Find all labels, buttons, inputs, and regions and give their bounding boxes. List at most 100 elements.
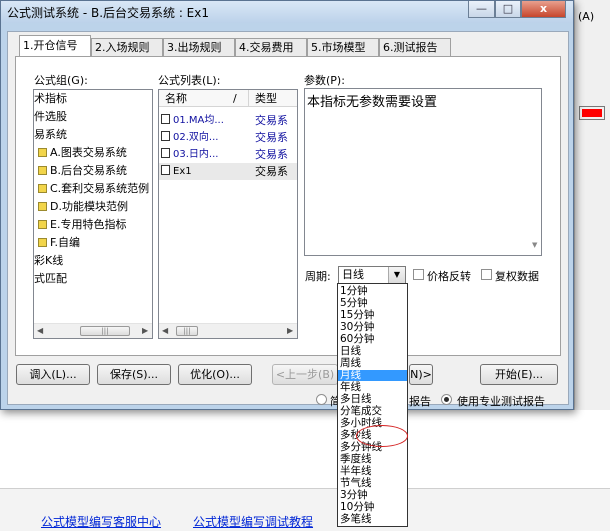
tree-item-label: 易系统 [34,128,67,141]
simple-report-radio[interactable] [316,394,327,405]
tree-item[interactable]: 件选股 [34,110,67,124]
scroll-thumb[interactable]: ||| [80,326,130,336]
scroll-right-icon[interactable]: ▶ [142,326,148,335]
formula-icon [161,165,170,175]
tree-item-label: B.后台交易系统 [50,164,128,177]
params-label: 参数(P): [304,74,345,87]
formula-list[interactable]: 名称 / 类型 01.MA均... 交易系 02.双向... 交易系 03.日内... 交… [158,89,298,339]
minimize-button[interactable]: — [468,1,495,18]
list-item[interactable]: 02.双向... 交易系 [159,129,297,146]
tab-test-report[interactable]: 6.测试报告 [379,38,451,56]
tab-open-signal[interactable]: 1.开仓信号 [19,35,91,57]
column-header-name[interactable]: 名称 / [159,90,249,107]
formula-icon [161,114,170,124]
list-item-name-text: Ex1 [173,166,192,177]
period-option[interactable]: 60分钟 [338,334,407,345]
list-item[interactable]: Ex1 交易系 [159,163,297,180]
list-item-type: 交易系 [255,148,288,161]
period-option[interactable]: 10分钟 [338,502,407,513]
period-label: 周期: [305,270,331,283]
save-button[interactable]: 保存(S)... [97,364,171,385]
tree-item[interactable]: 术指标 [34,92,67,106]
column-separator: / [233,92,237,105]
period-option[interactable]: 日线 [338,346,407,357]
scroll-down-icon[interactable]: ▼ [532,241,537,249]
period-option[interactable]: 节气线 [338,478,407,489]
tab-exit-rules[interactable]: 3.出场规则 [163,38,235,56]
tree-item[interactable]: A.图表交易系统 [38,146,127,160]
formula-group-hscrollbar[interactable]: ◀ ||| ▶ [34,323,152,338]
tab-market-model[interactable]: 5.市场模型 [307,38,379,56]
tree-item-label: A.图表交易系统 [50,146,127,159]
tab-entry-rules[interactable]: 2.入场规则 [91,38,163,56]
window-title: 公式测试系统 - B.后台交易系统 : Ex1 [7,6,209,20]
tree-item[interactable]: 式匹配 [34,272,67,286]
background-app-footer: 公式模型编写客服中心 公式模型编写调试教程 [0,488,610,531]
background-color-swatch[interactable] [579,106,605,120]
period-option[interactable]: 1分钟 [338,286,407,297]
formula-group-tree[interactable]: 术指标件选股易系统 A.图表交易系统 B.后台交易系统 C.套利交易系统范例 D.功能模… [33,89,153,339]
adjust-data-label: 复权数据 [495,270,539,283]
tree-item[interactable]: 彩K线 [34,254,63,268]
adjust-data-checkbox[interactable] [481,269,492,280]
title-bar[interactable]: 公式测试系统 - B.后台交易系统 : Ex1 — □ x [1,1,573,23]
period-option[interactable]: 5分钟 [338,298,407,309]
period-option[interactable]: 半年线 [338,466,407,477]
tree-item[interactable]: F.自编 [38,236,80,250]
scroll-thumb[interactable]: ||| [176,326,198,336]
close-icon: x [539,2,548,15]
period-option[interactable]: 周线 [338,358,407,369]
scroll-left-icon[interactable]: ◀ [37,326,43,335]
optimize-button[interactable]: 优化(O)... [178,364,252,385]
list-item-name: 03.日内... [161,146,218,163]
prev-step-button[interactable]: <上一步(B) [272,364,338,385]
next-step-button[interactable]: N)> [409,364,433,385]
annotation-ellipse [356,425,408,447]
price-reverse-checkbox[interactable] [413,269,424,280]
tree-item[interactable]: 易系统 [34,128,67,142]
scroll-right-icon[interactable]: ▶ [287,326,293,335]
link-tutorial[interactable]: 公式模型编写调试教程 [193,513,313,530]
list-item-name-text: 03.日内... [173,149,219,160]
chevron-down-icon[interactable]: ▼ [388,267,405,283]
folder-icon [38,184,47,193]
tree-item[interactable]: B.后台交易系统 [38,164,127,178]
tab-trade-fees[interactable]: 4.交易费用 [235,38,307,56]
pro-report-label: 使用专业测试报告 [457,395,545,408]
background-label: (A) [578,10,595,23]
import-button[interactable]: 调入(L)... [16,364,90,385]
column-header-type[interactable]: 类型 [249,90,297,107]
period-option[interactable]: 年线 [338,382,407,393]
maximize-button[interactable]: □ [495,1,521,18]
start-button[interactable]: 开始(E)... [480,364,558,385]
tree-item-label: C.套利交易系统范例 [50,182,150,195]
list-item-type: 交易系 [255,131,288,144]
period-option[interactable]: 15分钟 [338,310,407,321]
simple-report-label-suffix: 报告 [409,395,431,408]
formula-list-hscrollbar[interactable]: ◀ ||| ▶ [159,323,297,338]
period-option[interactable]: 月线 [338,370,407,381]
list-item-name: 02.双向... [161,129,218,146]
period-option[interactable]: 分笔成交 [338,406,407,417]
period-dropdown-list[interactable]: 1分钟 5分钟 15分钟 30分钟 60分钟 日线 周线 月线 年线 多日线 分笔成交 多小时线 多秒线… [337,283,408,527]
folder-icon [38,238,47,247]
close-button[interactable]: x [521,1,566,18]
scroll-left-icon[interactable]: ◀ [162,326,168,335]
period-select[interactable]: 日线 ▼ [338,266,406,284]
list-item[interactable]: 03.日内... 交易系 [159,146,297,163]
formula-list-label: 公式列表(L): [158,74,221,87]
pro-report-radio[interactable] [441,394,452,405]
minimize-icon: — [476,2,487,15]
folder-icon [38,220,47,229]
list-item[interactable]: 01.MA均... 交易系 [159,112,297,129]
period-option[interactable]: 季度线 [338,454,407,465]
tree-item[interactable]: D.功能模块范例 [38,200,128,214]
link-support-center[interactable]: 公式模型编写客服中心 [41,513,161,530]
period-option[interactable]: 3分钟 [338,490,407,501]
tree-item[interactable]: C.套利交易系统范例 [38,182,149,196]
period-option[interactable]: 多日线 [338,394,407,405]
period-option[interactable]: 多笔线 [338,514,407,525]
period-option[interactable]: 30分钟 [338,322,407,333]
tree-item[interactable]: E.专用特色指标 [38,218,126,232]
tree-item-label: 式匹配 [34,272,67,285]
